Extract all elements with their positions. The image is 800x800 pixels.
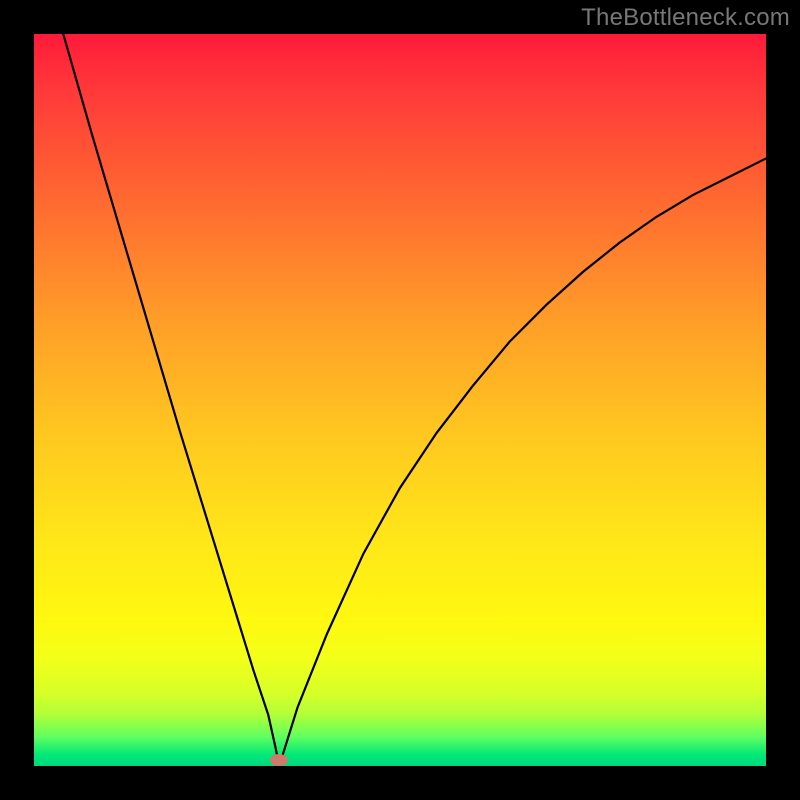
curve-right-branch	[281, 158, 766, 760]
watermark-text: TheBottleneck.com	[581, 4, 790, 32]
optimum-marker	[270, 754, 288, 766]
plot-area	[34, 34, 766, 766]
curve-left-branch	[63, 34, 278, 760]
bottleneck-curve	[34, 34, 766, 766]
chart-frame: TheBottleneck.com	[0, 0, 800, 800]
